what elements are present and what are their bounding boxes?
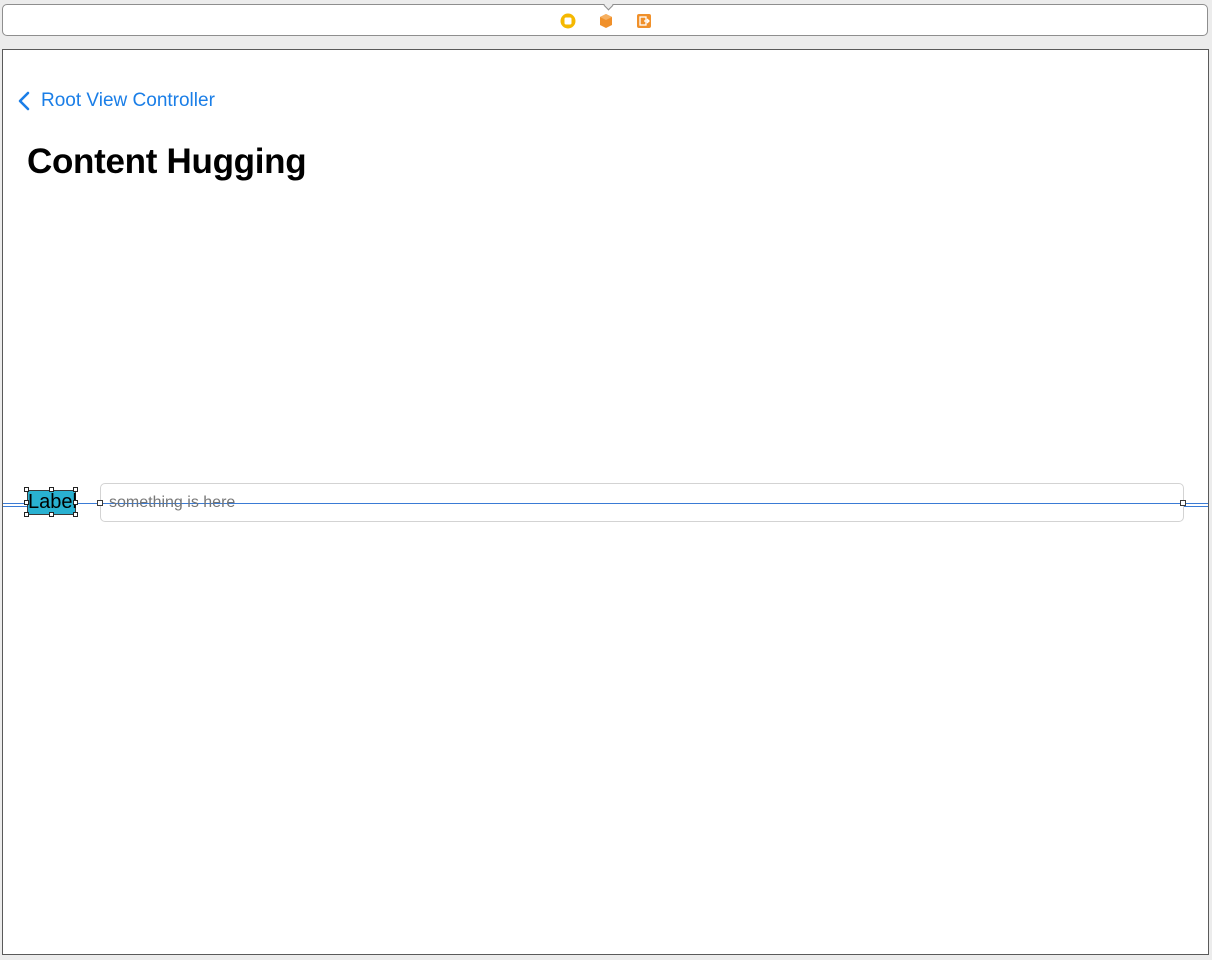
trailing-constraint — [1183, 506, 1208, 507]
chevron-left-icon — [18, 91, 30, 111]
resize-handle[interactable] — [24, 487, 29, 492]
scene-dock-icons — [559, 12, 653, 30]
resize-handle[interactable] — [73, 500, 78, 505]
view-controller-canvas: Root View Controller Content Hugging Lab… — [2, 49, 1209, 955]
resize-handle[interactable] — [24, 512, 29, 517]
leading-constraint — [3, 506, 27, 507]
resize-handle[interactable] — [73, 487, 78, 492]
resize-handle[interactable] — [73, 512, 78, 517]
constraint-anchor[interactable] — [1180, 500, 1186, 506]
resize-handle[interactable] — [49, 487, 54, 492]
exit-icon[interactable] — [635, 12, 653, 30]
text-field[interactable] — [100, 483, 1184, 522]
back-button-label: Root View Controller — [41, 90, 215, 111]
resize-handle[interactable] — [49, 512, 54, 517]
navigation-title: Content Hugging — [27, 142, 307, 181]
scene-dock-pointer — [603, 0, 614, 11]
back-button[interactable]: Root View Controller — [17, 90, 215, 112]
resize-handle[interactable] — [24, 500, 29, 505]
first-responder-icon[interactable] — [597, 12, 615, 30]
scene-dock — [2, 0, 1208, 36]
constraint-anchor[interactable] — [97, 500, 103, 506]
view-controller-icon[interactable] — [559, 12, 577, 30]
